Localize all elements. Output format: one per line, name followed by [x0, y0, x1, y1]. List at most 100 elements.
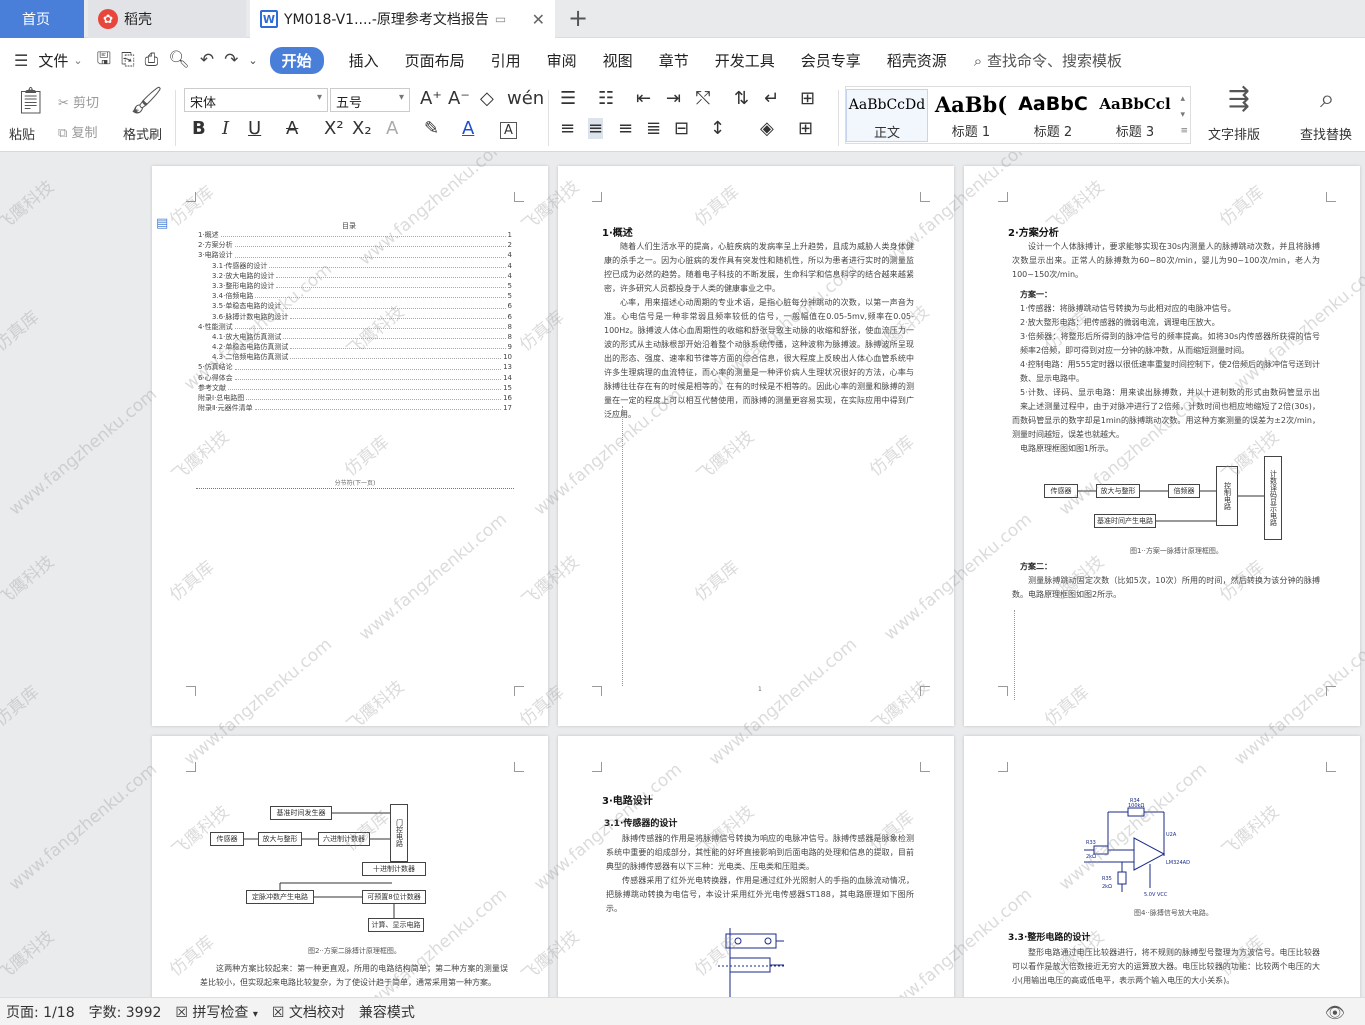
export-pdf-icon[interactable]: ⎘: [121, 50, 135, 70]
shading-icon[interactable]: ◈: [760, 118, 774, 139]
tab-document[interactable]: W YM018-V1....-原理参考文档报告 ▭ ✕: [250, 0, 555, 38]
align-left-icon[interactable]: ≡: [560, 118, 575, 139]
toc-entry[interactable]: 3.3·整形电路的设计 5: [198, 281, 512, 291]
copy-button[interactable]: ⧉ 复制: [58, 122, 97, 141]
underline-icon[interactable]: U: [248, 118, 261, 139]
proofread-button[interactable]: ☒ 文档校对: [272, 1002, 345, 1022]
page-indicator[interactable]: 页面: 1/18: [6, 1002, 75, 1022]
toc-entry[interactable]: 3.1·传感器的设计 4: [198, 261, 512, 271]
menu-review[interactable]: 审阅: [547, 50, 577, 71]
align-center-icon[interactable]: ≡: [588, 118, 604, 139]
font-size-select[interactable]: 五号 ▾: [330, 88, 410, 112]
grow-font-icon[interactable]: A⁺: [420, 88, 442, 109]
char-border-icon[interactable]: A: [500, 122, 517, 139]
print-icon[interactable]: ⎙: [145, 50, 159, 70]
bold-icon[interactable]: B: [192, 118, 206, 139]
toc-entry[interactable]: 4.2·单稳态电路仿真测试 9: [198, 342, 512, 352]
phonetic-guide-icon[interactable]: wén: [507, 88, 544, 109]
menu-daoke-resources[interactable]: 稻壳资源: [887, 50, 947, 71]
menu-file[interactable]: 文件: [38, 50, 68, 71]
toc-entry[interactable]: 4·性能测试 8: [198, 322, 512, 332]
highlight-icon[interactable]: ✎: [424, 118, 439, 139]
style-heading-3[interactable]: AaBbCcl 标题 3: [1094, 89, 1176, 140]
toc-entry[interactable]: 4.3·二倍频电路仿真测试 10: [198, 352, 512, 362]
text-effect-icon[interactable]: A: [386, 118, 398, 139]
cut-button[interactable]: ✂ 剪切: [58, 92, 99, 111]
toc-entry[interactable]: 3.6·脉搏计数电路的设计 6: [198, 312, 512, 322]
italic-icon[interactable]: I: [222, 118, 229, 139]
undo-icon[interactable]: ↶: [200, 50, 214, 70]
show-marks-icon[interactable]: ↵: [764, 88, 779, 109]
char-scale-icon[interactable]: ⊞: [800, 88, 815, 109]
borders-icon[interactable]: ⊞: [798, 118, 813, 139]
command-search[interactable]: ⌕ 查找命令、搜索模板: [974, 50, 1122, 71]
menu-start[interactable]: 开始: [269, 46, 324, 74]
style-heading-1[interactable]: AaBb( 标题 1: [930, 89, 1012, 141]
tab-home[interactable]: 首页: [0, 0, 84, 38]
document-workspace[interactable]: ▤ 目录 1·概述 1 2·方案分析 2 3·电路设计 4 3.1·传感器的设计 4 3.2·放…: [0, 152, 1365, 997]
shrink-font-icon[interactable]: A⁻: [448, 88, 470, 109]
tab-daoke[interactable]: ✿ 稻壳: [88, 0, 246, 38]
increase-indent-icon[interactable]: ⇥: [666, 88, 681, 109]
save-icon[interactable]: 🖫: [97, 46, 111, 75]
font-name-select[interactable]: 宋体 ▾: [184, 88, 328, 112]
spell-check-button[interactable]: ☒ 拼写检查 ▾: [175, 1002, 258, 1022]
toc-entry[interactable]: 4.1·放大电路仿真测试 8: [198, 332, 512, 342]
style-normal[interactable]: AaBbCcDd 正文: [846, 89, 928, 142]
superscript-icon[interactable]: X²: [324, 118, 344, 139]
new-tab-icon[interactable]: +: [568, 4, 588, 32]
toc-entry[interactable]: 1·概述 1: [198, 230, 512, 240]
decrease-indent-icon[interactable]: ⇤: [636, 88, 651, 109]
numbered-list-icon[interactable]: ☷: [598, 88, 614, 109]
hamburger-icon[interactable]: ☰: [14, 51, 28, 70]
text-layout-icon[interactable]: ⇶: [1228, 84, 1250, 114]
document-page-2[interactable]: 1·概述 随着人们生活水平的提高，心脏疾病的发病率呈上升趋势，且成为威胁人类身体…: [558, 166, 954, 726]
close-tab-icon[interactable]: ✕: [532, 10, 545, 29]
bullet-list-icon[interactable]: ☰: [560, 88, 576, 109]
format-painter-button[interactable]: 格式刷: [123, 124, 162, 143]
print-preview-icon[interactable]: 🔍︎: [168, 50, 190, 70]
paste-icon[interactable]: 📋︎: [14, 86, 47, 116]
toc-entry[interactable]: 3.4·倍频电路 5: [198, 291, 512, 301]
toc-entry[interactable]: 5·仿真结论 13: [198, 362, 512, 372]
toc-entry[interactable]: 附录Ⅰ·总电路图 16: [198, 393, 512, 403]
menu-references[interactable]: 引用: [491, 50, 521, 71]
menu-membership[interactable]: 会员专享: [801, 50, 861, 71]
toc-entry[interactable]: 附录Ⅱ·元器件清单 17: [198, 403, 512, 413]
toc-entry[interactable]: 3.5·单稳态电路的设计 6: [198, 301, 512, 311]
document-page-5[interactable]: 3·电路设计 3.1·传感器的设计 脉搏传感器的作用是将脉搏信号转换为响应的电脉…: [558, 736, 954, 997]
toc-nav-icon[interactable]: ▤: [156, 216, 168, 231]
font-color-icon[interactable]: A: [462, 118, 474, 139]
toc-entry[interactable]: 3·电路设计 4: [198, 250, 512, 260]
paste-button[interactable]: 粘贴: [9, 124, 35, 143]
find-replace-icon[interactable]: ⌕: [1320, 84, 1335, 115]
justify-icon[interactable]: ≣: [646, 118, 661, 139]
sort-icon[interactable]: ⇅: [734, 88, 749, 109]
format-painter-icon[interactable]: 🖌︎: [130, 86, 163, 116]
clear-format-icon[interactable]: ◇: [480, 88, 494, 109]
style-scroll-icon[interactable]: ▴ ▾ ≡: [1180, 91, 1188, 139]
find-replace-button[interactable]: 查找替换: [1300, 124, 1352, 143]
subscript-icon[interactable]: X₂: [352, 118, 372, 139]
chinese-layout-icon[interactable]: ⤲: [696, 88, 710, 109]
align-right-icon[interactable]: ≡: [618, 118, 633, 139]
menu-page-layout[interactable]: 页面布局: [405, 50, 465, 71]
style-heading-2[interactable]: AaBbC 标题 2: [1012, 89, 1094, 140]
menu-developer[interactable]: 开发工具: [715, 50, 775, 71]
text-layout-button[interactable]: 文字排版: [1208, 124, 1260, 143]
word-count[interactable]: 字数: 3992: [89, 1002, 162, 1022]
menu-insert[interactable]: 插入: [349, 50, 379, 71]
document-page-3[interactable]: 2·方案分析 设计一个人体脉搏计，要求能够实现在30s内测量人的脉搏跳动次数，并…: [964, 166, 1360, 726]
toc-entry[interactable]: 6·心得体会 14: [198, 373, 512, 383]
document-page-1[interactable]: ▤ 目录 1·概述 1 2·方案分析 2 3·电路设计 4 3.1·传感器的设计 4 3.2·放…: [152, 166, 548, 726]
document-page-6[interactable]: R34 100kΩ U2A LM324AD 5.0V VCC R33 2kΩ R…: [964, 736, 1360, 997]
line-spacing-icon[interactable]: ↕: [710, 118, 725, 139]
distributed-icon[interactable]: ⊟: [674, 118, 689, 139]
toc-entry[interactable]: 2·方案分析 2: [198, 240, 512, 250]
toc-entry[interactable]: 3.2·放大电路的设计 4: [198, 271, 512, 281]
eye-protection-icon[interactable]: 👁︎: [1325, 1003, 1345, 1022]
menu-view[interactable]: 视图: [603, 50, 633, 71]
menu-section[interactable]: 章节: [659, 50, 689, 71]
redo-icon[interactable]: ↷: [224, 50, 238, 70]
strikethrough-icon[interactable]: A: [286, 118, 298, 139]
